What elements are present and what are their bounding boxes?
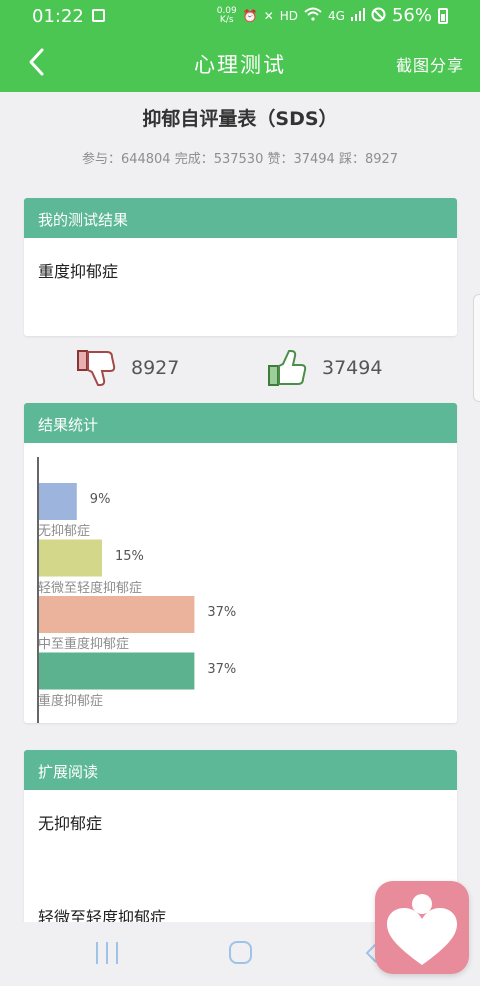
extended-item-no-depression[interactable]: 无抑郁症 [38,810,443,834]
edge-panel-handle[interactable] [473,294,480,402]
like-count: 37494 [322,357,383,379]
status-icons: 0.09 K/s ⏰ ✕ HD 4G 56% [217,5,448,26]
like-button[interactable]: 37494 [268,350,382,386]
chart-value-label: 37% [207,605,237,620]
chart-bar [39,596,195,633]
chart-bar [39,652,195,690]
signal-icon [350,7,365,24]
my-result-heading: 我的测试结果 [24,198,457,238]
hd-label: HD [279,8,299,23]
dislike-button[interactable]: 8927 [77,350,179,386]
screenshot-share-button[interactable]: 截图分享 [396,52,464,76]
alarm-icon: ⏰ [242,8,258,23]
status-time: 01:22 [32,6,84,27]
chart-value-label: 15% [115,548,144,564]
do-not-disturb-icon [371,7,386,25]
chart-category-label: 中至重度抑郁症 [38,637,130,652]
heart-person-icon [387,894,457,965]
chart-value-label: 37% [207,661,237,677]
vibrate-icon: ✕ [263,8,274,23]
result-statistics-heading: 结果统计 [24,403,457,443]
wifi-icon [304,7,322,24]
home-button[interactable] [229,941,252,964]
my-result-card: 我的测试结果 重度抑郁症 [24,198,457,336]
chart-bar [39,539,102,577]
participation-stats: 参与：644804 完成：537530 赞：37494 踩：8927 [81,152,399,167]
network-type-label: 4G [328,8,345,23]
recent-apps-button[interactable] [96,942,118,964]
recent-apps-icon-bar [116,942,118,964]
battery-icon [438,7,448,24]
page-title: 抑郁自评量表（SDS） [142,108,338,130]
notification-icon [92,9,105,22]
network-speed: 0.09 K/s [217,6,237,25]
app-bar: 心理测试 截图分享 [0,33,480,92]
recent-apps-icon-bar [106,942,108,964]
result-text: 重度抑郁症 [38,262,119,281]
chart-category-label: 重度抑郁症 [38,693,104,709]
result-statistics-card: 结果统计 9% 无抑郁症 15% 轻微至轻度抑郁症 37% 中至重度抑郁症 37% 重度抑郁症 [24,403,457,723]
recent-apps-icon-bar [96,942,98,964]
thumbs-down-icon [77,350,116,386]
chart-category-label: 轻微至轻度抑郁症 [38,580,143,596]
chart-value-label: 9% [89,492,111,507]
extended-reading-heading: 扩展阅读 [24,750,457,790]
chart-bar [39,483,77,520]
chart-category-label: 无抑郁症 [38,524,91,539]
result-statistics-chart: 9% 无抑郁症 15% 轻微至轻度抑郁症 37% 中至重度抑郁症 37% 重度抑郁症 [24,443,457,723]
network-speed-unit: K/s [219,14,234,25]
dislike-count: 8927 [131,357,180,379]
thumbs-up-icon [268,350,307,386]
floating-heart-button[interactable] [375,881,469,974]
battery-percent: 56% [391,5,432,26]
status-bar: 01:22 0.09 K/s ⏰ ✕ HD 4G 56% [0,0,480,33]
